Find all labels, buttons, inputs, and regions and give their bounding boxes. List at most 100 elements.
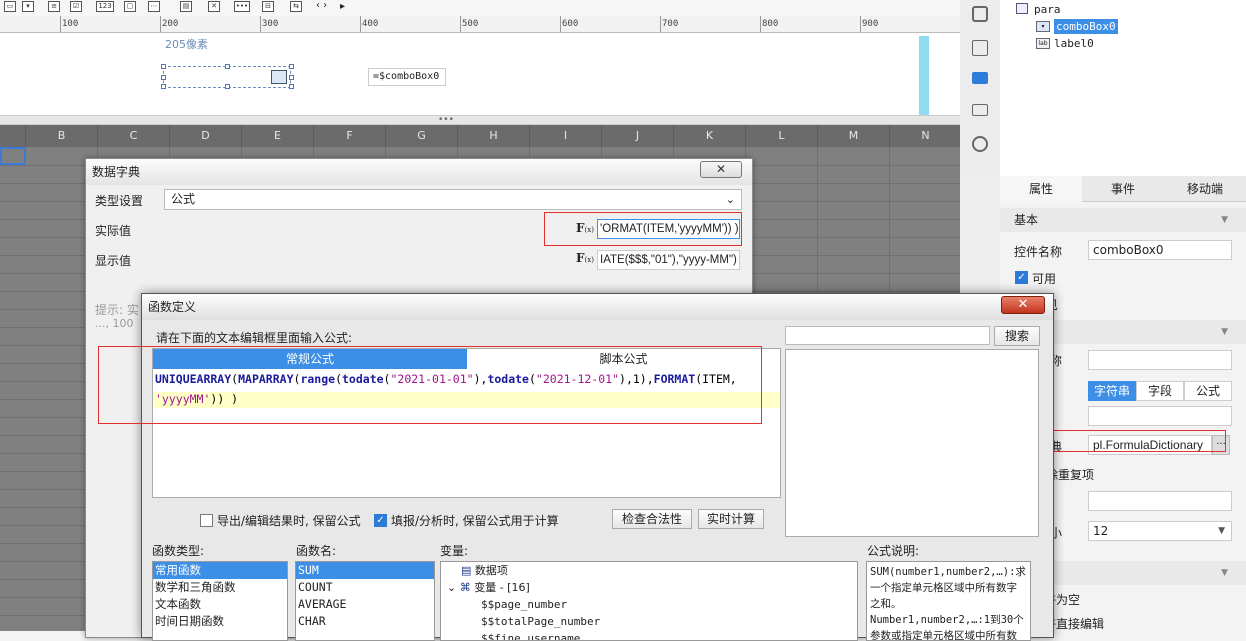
label-widget-design[interactable]: =$comboBox0	[368, 68, 446, 86]
resize-handle[interactable]	[289, 84, 294, 89]
column-header[interactable]: H	[458, 125, 530, 147]
close-button[interactable]: ✕	[1001, 296, 1045, 314]
ruler-tick-label: 700	[662, 19, 679, 29]
column-header[interactable]: K	[674, 125, 746, 147]
resize-handle[interactable]	[161, 64, 166, 69]
ruler-tick-line	[560, 16, 561, 32]
selected-cell[interactable]	[0, 147, 26, 165]
column-header-a[interactable]	[0, 125, 26, 147]
column-header[interactable]: N	[890, 125, 960, 147]
toolbar-icon-number[interactable]: 123	[96, 1, 114, 12]
toolbar-icon-9[interactable]: •••	[234, 1, 250, 12]
function-type-item[interactable]: 数学和三角函数	[153, 579, 287, 596]
layout-icon[interactable]	[972, 104, 988, 116]
combobox-widget-design[interactable]	[161, 64, 294, 89]
ruler-tick-line	[360, 16, 361, 32]
close-button[interactable]: ✕	[700, 161, 742, 178]
column-header[interactable]: J	[602, 125, 674, 147]
column-header[interactable]: B	[26, 125, 98, 147]
variable-tree[interactable]: ▤ 数据项 ⌄ ⌘ 变量 - [16] $$page_number $$totalPa…	[440, 561, 858, 641]
control-name-input[interactable]: comboBox0	[1088, 240, 1232, 260]
widget-settings-icon[interactable]	[972, 6, 988, 22]
display-value-input[interactable]: IATE($$$,"01"),"yyyy-MM")	[597, 250, 740, 270]
toolbar-icon-2[interactable]: ▾	[22, 1, 34, 12]
search-results-panel[interactable]	[785, 349, 1039, 537]
tree-item-label[interactable]: label0	[1054, 36, 1094, 51]
function-name-list[interactable]: SUM COUNT AVERAGE CHAR	[295, 561, 435, 641]
name-input[interactable]	[1088, 350, 1232, 370]
search-button[interactable]: 搜索	[994, 326, 1040, 346]
function-name-item[interactable]: SUM	[296, 562, 434, 579]
column-header[interactable]: M	[818, 125, 890, 147]
resize-handle[interactable]	[161, 75, 166, 80]
crop-icon[interactable]	[972, 40, 988, 56]
column-header[interactable]: G	[386, 125, 458, 147]
design-canvas[interactable]	[0, 33, 960, 115]
collapse-icon: ▼	[1221, 327, 1228, 337]
enabled-checkbox[interactable]: ✓	[1015, 271, 1028, 284]
link-icon[interactable]	[972, 136, 988, 152]
validate-button[interactable]: 检查合法性	[612, 509, 692, 529]
function-type-list[interactable]: 常用函数 数学和三角函数 文本函数 时间日期函数	[152, 561, 288, 641]
value-input[interactable]	[1088, 406, 1232, 426]
function-type-item[interactable]: 时间日期函数	[153, 613, 287, 630]
column-header-row: BCDEFGHIJKLMN	[0, 125, 960, 147]
toolbar-icon-1[interactable]: ▭	[4, 1, 16, 12]
section-basic[interactable]: 基本 ▼	[1000, 208, 1246, 232]
toolbar-icon-11[interactable]: ⇆	[290, 1, 302, 12]
formula-fx-icon[interactable]: F(x)	[576, 251, 594, 265]
expand-icon[interactable]: ⌄	[447, 581, 460, 594]
type-string-button[interactable]: 字符串	[1088, 381, 1136, 401]
toolbar-icon-6[interactable]: ⋯	[148, 1, 160, 12]
function-type-item[interactable]: 常用函数	[153, 562, 287, 579]
tab-events[interactable]: 事件	[1082, 176, 1164, 202]
font-size-select[interactable]: 12 ▼	[1088, 521, 1232, 541]
export-keep-formula-checkbox[interactable]	[200, 514, 213, 527]
toolbar-icon-4[interactable]: ☑	[70, 1, 82, 12]
tree-item-combobox[interactable]: comboBox0	[1054, 19, 1118, 34]
column-header[interactable]: F	[314, 125, 386, 147]
resize-handle[interactable]	[225, 64, 230, 69]
toolbar-icon-3[interactable]: ≡	[48, 1, 60, 12]
realtime-calc-button[interactable]: 实时计算	[698, 509, 764, 529]
variable-item[interactable]: $$fine_username	[441, 630, 857, 641]
pane-splitter[interactable]	[0, 115, 960, 125]
ruler-tick-label: 400	[362, 19, 379, 29]
type-field-button[interactable]: 字段	[1136, 381, 1184, 401]
variable-item-label: $$fine_username	[481, 632, 581, 641]
variable-item[interactable]: ⌄ ⌘ 变量 - [16]	[441, 579, 857, 596]
tab-mobile[interactable]: 移动端	[1164, 176, 1246, 202]
resize-handle[interactable]	[289, 75, 294, 80]
variable-item[interactable]: $$page_number	[441, 596, 857, 613]
tree-root-label[interactable]: para	[1034, 2, 1061, 17]
function-name-item[interactable]: COUNT	[296, 579, 434, 596]
collapse-icon: ▼	[1221, 568, 1228, 578]
column-header[interactable]: C	[98, 125, 170, 147]
combobox-widget-icon[interactable]	[972, 72, 988, 84]
tab-attributes[interactable]: 属性	[1000, 176, 1082, 202]
function-name-item[interactable]: CHAR	[296, 613, 434, 630]
variable-item[interactable]: ▤ 数据项	[441, 562, 857, 579]
type-formula-button[interactable]: 公式	[1184, 381, 1232, 401]
toolbar-icon-5[interactable]: ▢	[124, 1, 136, 12]
resize-handle[interactable]	[289, 64, 294, 69]
width-input[interactable]	[1088, 491, 1232, 511]
resize-handle[interactable]	[161, 84, 166, 89]
resize-handle[interactable]	[225, 84, 230, 89]
toolbar-expand-icon[interactable]: ▸	[340, 1, 345, 12]
highlight-dictionary	[1046, 430, 1226, 452]
toolbar-icon-7[interactable]: ▤	[180, 1, 192, 12]
function-type-item[interactable]: 文本函数	[153, 596, 287, 613]
variable-item[interactable]: $$totalPage_number	[441, 613, 857, 630]
toolbar-icon-8[interactable]: ✕	[208, 1, 220, 12]
column-header[interactable]: E	[242, 125, 314, 147]
column-header[interactable]: D	[170, 125, 242, 147]
search-input[interactable]	[785, 326, 990, 345]
type-select[interactable]: 公式 ⌄	[164, 189, 742, 210]
function-name-item[interactable]: AVERAGE	[296, 596, 434, 613]
fill-keep-formula-checkbox[interactable]: ✓	[374, 514, 387, 527]
toolbar-icon-10[interactable]: ⊟	[262, 1, 274, 12]
column-header[interactable]: L	[746, 125, 818, 147]
toolbar-more-icon[interactable]: ‹ ›	[316, 0, 327, 11]
column-header[interactable]: I	[530, 125, 602, 147]
